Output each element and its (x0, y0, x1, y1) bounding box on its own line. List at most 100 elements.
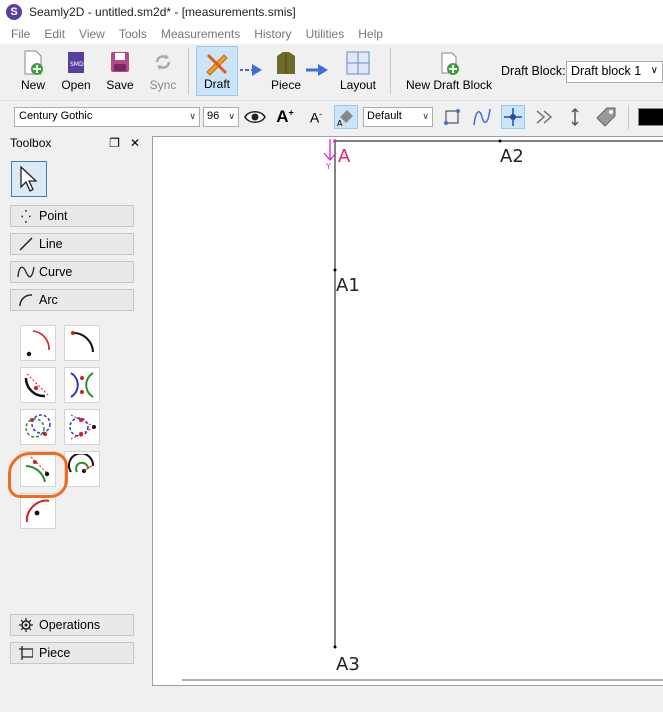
select-pointer-button[interactable] (11, 161, 47, 197)
label-color-button[interactable]: A (334, 105, 358, 129)
point-label-a1[interactable]: A1 (336, 275, 360, 296)
points-tool-button[interactable] (440, 105, 464, 129)
chevron-down-icon: ∨ (650, 65, 658, 76)
double-chevron-icon (536, 110, 553, 124)
vertical-measure-button[interactable] (563, 105, 587, 129)
arc-from-point-tool[interactable] (64, 451, 100, 487)
new-draft-block-button[interactable]: New Draft Block (400, 46, 498, 96)
arc-radius-icon (26, 330, 50, 357)
arc-intersection-tool[interactable] (64, 367, 100, 403)
menu-utilities[interactable]: Utilities (299, 27, 352, 41)
window-title: Seamly2D - untitled.sm2d* - [measurement… (29, 5, 296, 19)
pattern-drawing: Y A A2 A1 A3 (323, 139, 663, 675)
curve-path-icon (473, 108, 491, 126)
float-panel-icon[interactable]: ❐ (109, 136, 120, 150)
font-increase-icon: A+ (276, 107, 294, 126)
circles-intersect-icon (25, 414, 51, 438)
line-style-select[interactable]: Default ∨ (363, 107, 433, 127)
font-size-select[interactable]: 96 ∨ (203, 107, 239, 127)
new-button[interactable]: New (14, 46, 52, 96)
chevron-down-icon: ∨ (189, 111, 196, 121)
draft-block-select[interactable]: Draft block 1 ∨ (566, 61, 663, 83)
sync-button[interactable]: Sync (146, 46, 180, 96)
draft-block-label: Draft Block: (501, 64, 566, 78)
toggle-visibility-button[interactable] (243, 105, 267, 129)
category-line-button[interactable]: Line (10, 233, 134, 255)
open-file-icon: SMD (68, 52, 84, 73)
layout-icon (346, 51, 370, 75)
menu-help[interactable]: Help (351, 27, 390, 41)
point-along-arc-tool[interactable] (20, 367, 56, 403)
new-draft-block-icon (441, 52, 459, 75)
elliptical-arc-tool[interactable] (20, 493, 56, 529)
open-button[interactable]: SMD Open (58, 46, 94, 96)
app-logo-icon: S (6, 4, 22, 20)
circle-intersection-tool[interactable] (20, 409, 56, 445)
status-bar (0, 690, 663, 712)
eye-icon (244, 111, 266, 123)
save-icon (111, 52, 129, 72)
color-swatch[interactable] (638, 108, 663, 126)
toolbox-header: Toolbox ❐ ✕ (10, 136, 140, 150)
point-label-a2[interactable]: A2 (500, 146, 524, 167)
arc-icon (17, 293, 35, 307)
font-decrease-icon: A- (309, 108, 323, 126)
arrow-right-icon (306, 64, 328, 76)
circle-tangent-icon (69, 414, 97, 440)
circle-tangent-tool[interactable] (64, 409, 100, 445)
layout-mode-button[interactable]: Layout (336, 46, 380, 96)
point-label-a3[interactable]: A3 (336, 654, 360, 675)
toolbox-panel: Toolbox ❐ ✕ ⁛ Point Line Curve Arc Opera… (4, 134, 146, 686)
point-a1[interactable] (333, 268, 337, 272)
category-arc-button[interactable]: Arc (10, 289, 134, 311)
category-curve-button[interactable]: Curve (10, 261, 134, 283)
format-toolbar: Century Gothic ∨ 96 ∨ A+ A- A Default ∨ (0, 100, 663, 132)
menu-file[interactable]: File (4, 27, 37, 41)
arc-with-length-tool[interactable] (64, 325, 100, 361)
menu-view[interactable]: View (72, 27, 112, 41)
menu-history[interactable]: History (247, 27, 298, 41)
crosshair-tool-button[interactable] (501, 105, 525, 129)
arc-length-icon (70, 331, 94, 353)
point-icon: ⁛ (21, 209, 31, 224)
font-family-select[interactable]: Century Gothic ∨ (14, 107, 200, 127)
menu-measurements[interactable]: Measurements (154, 27, 247, 41)
category-piece-button[interactable]: Piece (10, 642, 134, 664)
horizontal-scrollbar[interactable] (182, 679, 663, 681)
point-a3[interactable] (333, 645, 337, 649)
crosshair-icon (504, 108, 522, 126)
pencil-ruler-icon (206, 53, 228, 76)
drawing-canvas[interactable]: Y A A2 A1 A3 (152, 136, 663, 686)
origin-point[interactable] (333, 139, 337, 143)
point-a2[interactable] (498, 139, 502, 143)
menu-edit[interactable]: Edit (37, 27, 72, 41)
toolbar-separator (188, 48, 189, 94)
sync-icon (155, 54, 171, 70)
arc-point-icon (68, 454, 95, 473)
piece-mode-button[interactable]: Piece (266, 46, 306, 96)
y-axis-label: Y (325, 162, 331, 171)
paint-bucket-icon: A (337, 110, 353, 127)
point-label-a[interactable]: A (338, 146, 351, 167)
decrease-font-button[interactable]: A- (304, 105, 328, 129)
svg-text:A: A (337, 119, 343, 127)
elliptical-arc-icon (25, 499, 50, 523)
menu-tools[interactable]: Tools (112, 27, 154, 41)
line-icon (17, 237, 35, 251)
chevron-down-icon: ∨ (228, 111, 235, 121)
chevron-tool-button[interactable] (532, 105, 556, 129)
category-operations-button[interactable]: Operations (10, 614, 134, 636)
chevron-down-icon: ∨ (422, 111, 429, 121)
curve-tool-button[interactable] (470, 105, 494, 129)
menu-bar: File Edit View Tools Measurements Histor… (0, 24, 663, 44)
tag-tool-button[interactable] (594, 105, 618, 129)
piece-outline-icon (17, 646, 35, 660)
save-button[interactable]: Save (102, 46, 138, 96)
close-icon[interactable]: ✕ (130, 136, 140, 150)
increase-font-button[interactable]: A+ (273, 105, 297, 129)
toolbar-separator (628, 105, 629, 129)
draft-mode-button[interactable]: Draft (196, 46, 238, 96)
category-point-button[interactable]: ⁛ Point (10, 205, 134, 227)
arc-tool[interactable] (20, 325, 56, 361)
arc-intersect-icon (70, 372, 94, 398)
